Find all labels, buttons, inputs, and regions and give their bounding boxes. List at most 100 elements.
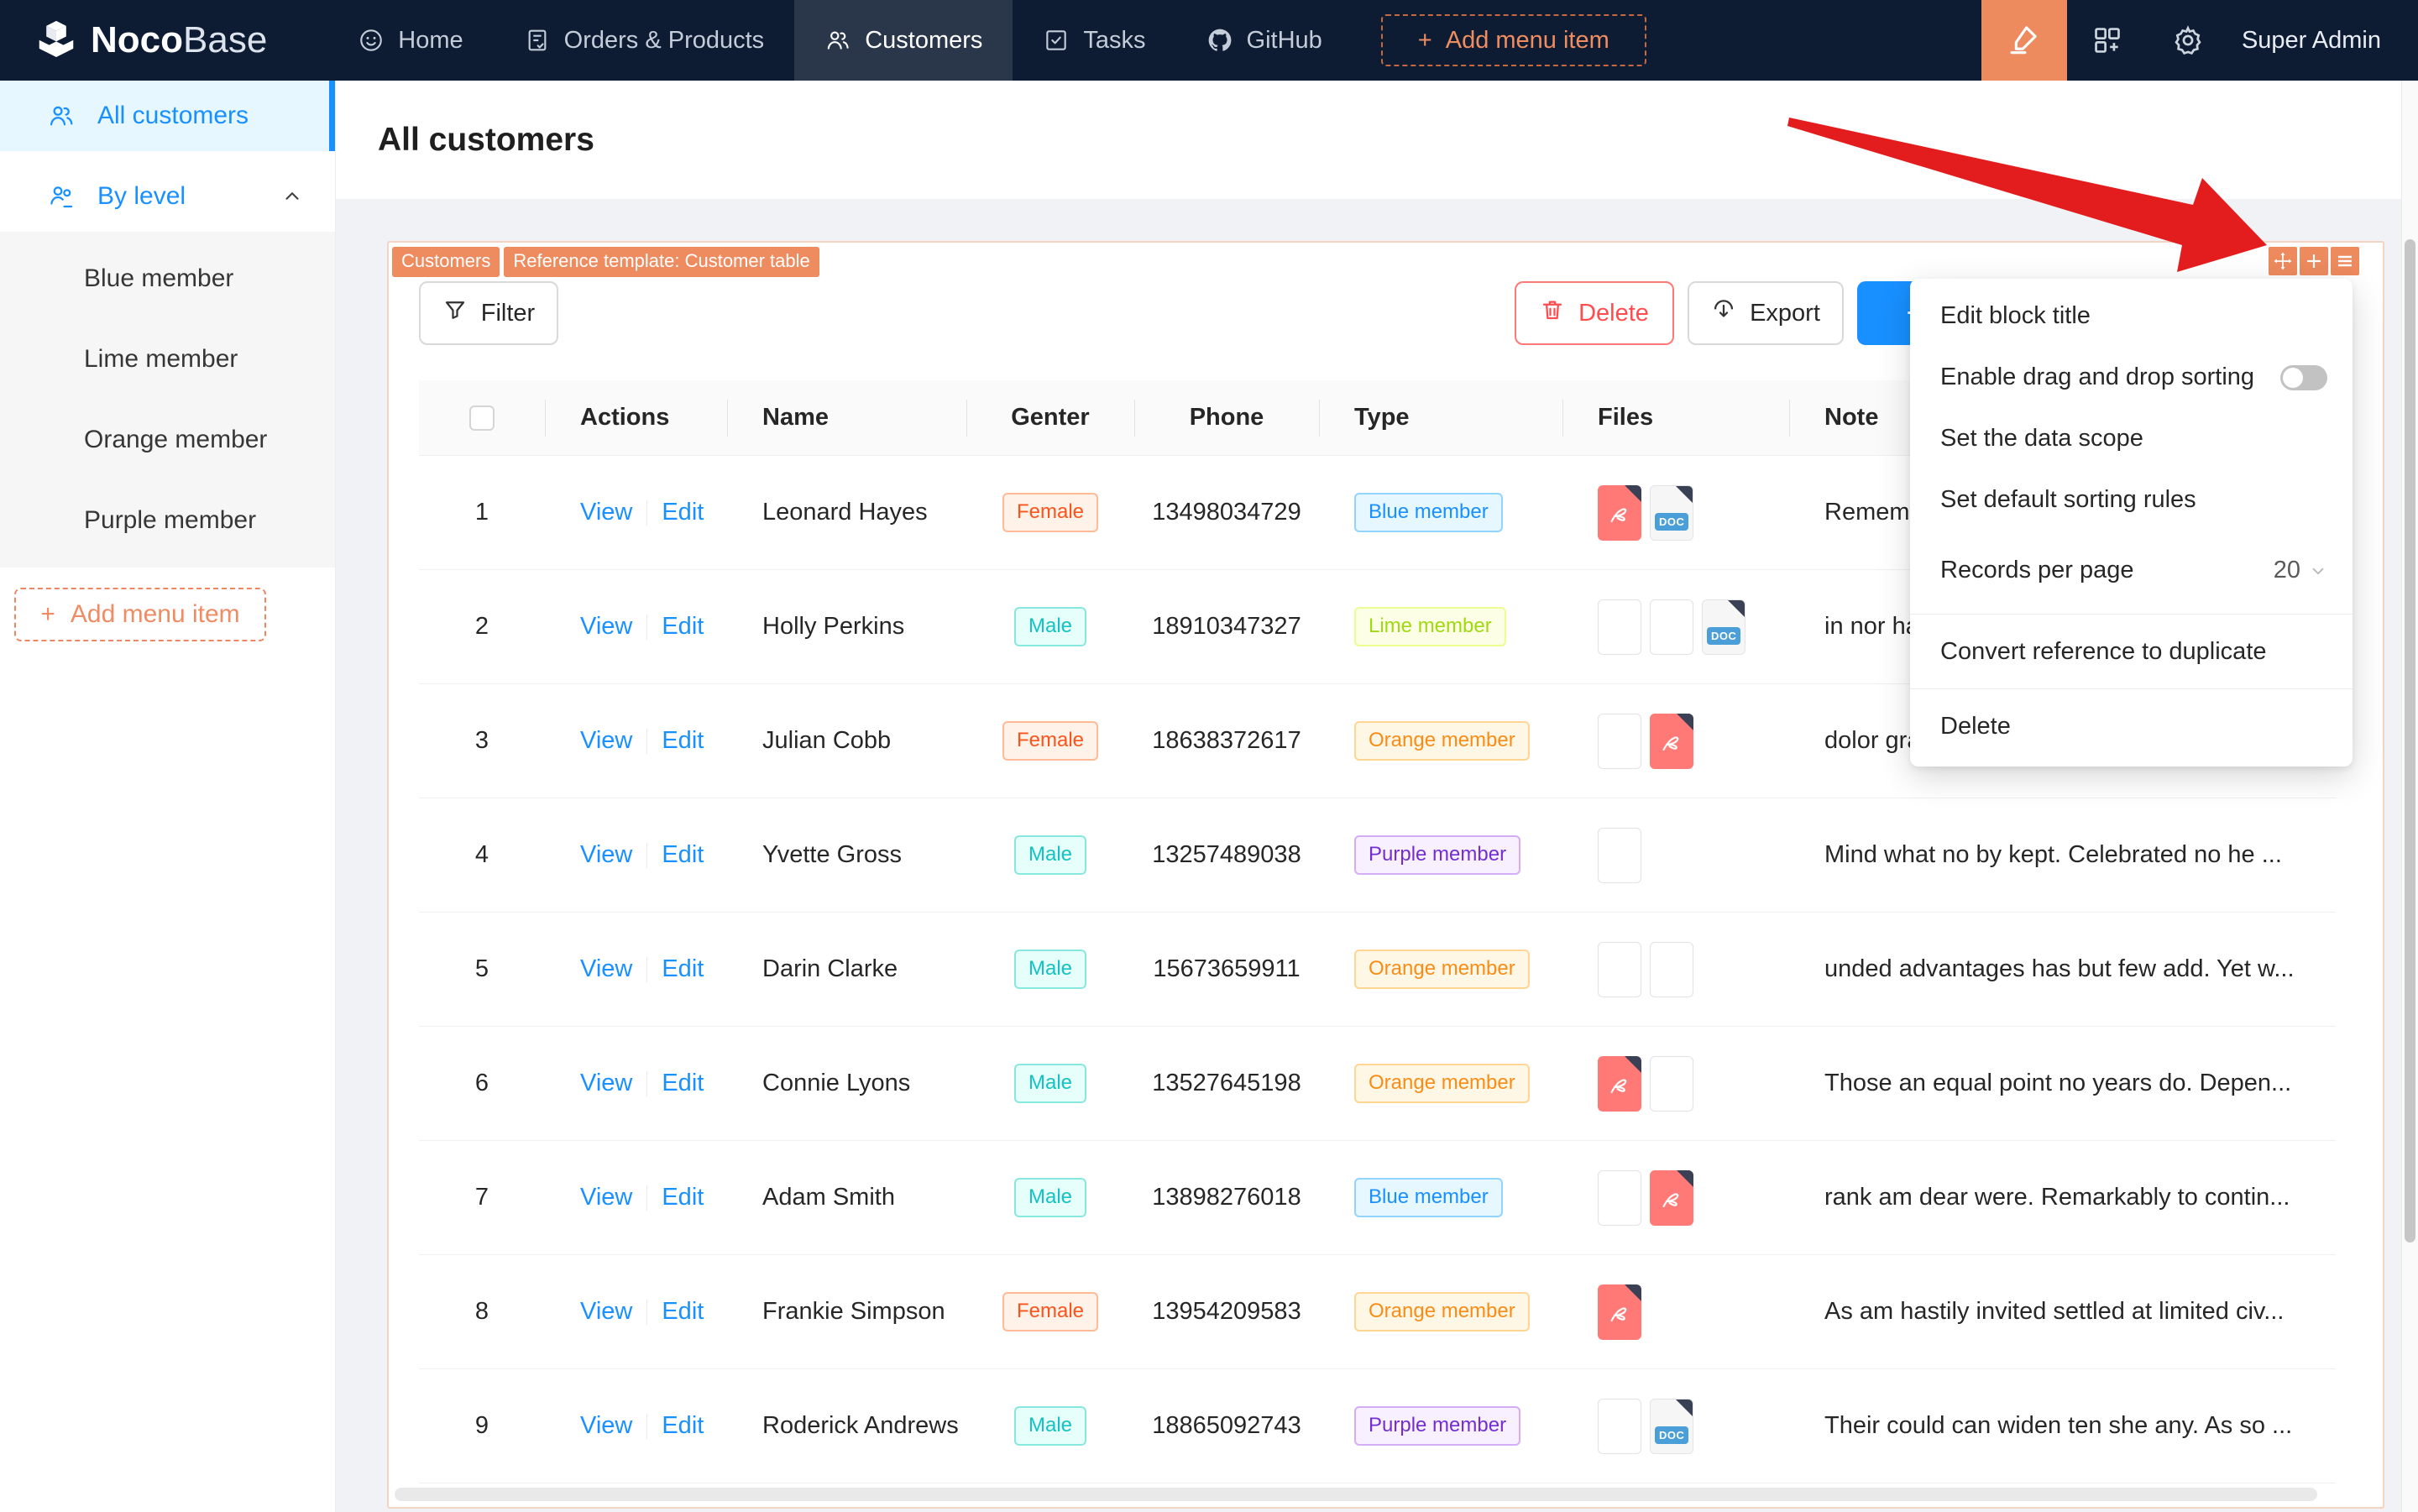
type-cell: Lime member: [1319, 570, 1562, 683]
column-header-select: [419, 380, 545, 455]
view-link[interactable]: View: [580, 1298, 632, 1326]
delete-button[interactable]: Delete: [1515, 281, 1674, 345]
type-cell: Purple member: [1319, 1369, 1562, 1483]
page-title: All customers: [378, 121, 594, 158]
nav-item-customers[interactable]: Customers: [794, 0, 1013, 81]
navbar-add-menu-item-button[interactable]: + Add menu item: [1380, 14, 1646, 66]
view-link[interactable]: View: [580, 727, 632, 755]
drag-sort-toggle[interactable]: [2280, 364, 2327, 390]
edit-link[interactable]: Edit: [662, 727, 704, 755]
view-link[interactable]: View: [580, 1184, 632, 1211]
column-header-genter: Genter: [966, 380, 1134, 455]
sidebar-item-blue-member[interactable]: Blue member: [0, 238, 335, 319]
note-cell: Their could can widen ten she any. As so…: [1824, 1412, 2293, 1439]
vertical-scrollbar-track[interactable]: [2401, 81, 2418, 1512]
view-link[interactable]: View: [580, 1070, 632, 1097]
edit-link[interactable]: Edit: [662, 955, 704, 983]
select-all-checkbox[interactable]: [469, 405, 495, 431]
sidebar-item-all-customers[interactable]: All customers: [0, 81, 335, 151]
doc-file-icon[interactable]: DOC: [1702, 599, 1745, 655]
horizontal-scrollbar[interactable]: [395, 1488, 2317, 1501]
pdf-file-icon[interactable]: [1650, 713, 1693, 769]
gender-cell: Male: [966, 1027, 1134, 1140]
doc-file-icon[interactable]: DOC: [1650, 1398, 1693, 1454]
edit-link[interactable]: Edit: [662, 841, 704, 869]
image-attachment[interactable]: [1598, 1169, 1641, 1226]
pdf-file-icon[interactable]: [1598, 484, 1641, 541]
view-link[interactable]: View: [580, 955, 632, 983]
phone-cell: 13498034729: [1152, 499, 1301, 526]
plugin-manager-icon[interactable]: [2089, 22, 2126, 59]
view-link[interactable]: View: [580, 613, 632, 641]
ui-editor-button[interactable]: [1981, 0, 2067, 81]
view-link[interactable]: View: [580, 841, 632, 869]
chevron-down-icon: [2309, 562, 2327, 580]
nav-item-tasks[interactable]: Tasks: [1013, 0, 1175, 81]
menu-item-set-the-data-scope[interactable]: Set the data scope: [1910, 408, 2353, 469]
image-attachment[interactable]: [1598, 827, 1641, 883]
edit-link[interactable]: Edit: [662, 1184, 704, 1211]
gender-tag: Male: [1013, 1405, 1087, 1447]
note-cell: unded advantages has but few add. Yet w.…: [1824, 955, 2295, 982]
nav-item-home[interactable]: Home: [327, 0, 493, 81]
menu-item-edit-block-title[interactable]: Edit block title: [1910, 285, 2353, 347]
sidebar-item-orange-member[interactable]: Orange member: [0, 400, 335, 480]
settings-gear-icon[interactable]: [2169, 22, 2206, 59]
pdf-file-icon[interactable]: [1598, 1284, 1641, 1340]
sidebar-item-by-level[interactable]: By level: [0, 161, 335, 232]
image-attachment[interactable]: [1598, 599, 1641, 655]
export-button[interactable]: Export: [1688, 281, 1844, 345]
edit-link[interactable]: Edit: [662, 499, 704, 526]
name-cell: Leonard Hayes: [762, 499, 928, 526]
edit-link[interactable]: Edit: [662, 1070, 704, 1097]
menu-item-convert-reference-to-duplicate[interactable]: Convert reference to duplicate: [1910, 618, 2353, 685]
nav-item-orders-products[interactable]: Orders & Products: [494, 0, 795, 81]
nocobase-logo[interactable]: NocoBase: [0, 16, 297, 65]
menu-item-enable-drag-and-drop-sorting[interactable]: Enable drag and drop sorting: [1910, 347, 2353, 408]
image-attachment[interactable]: [1598, 941, 1641, 997]
image-attachment[interactable]: [1650, 1055, 1693, 1112]
vertical-scrollbar-thumb[interactable]: [2405, 239, 2415, 1243]
phone-cell: 13954209583: [1152, 1298, 1301, 1325]
block-settings-menu-icon[interactable]: [2331, 247, 2359, 275]
pdf-file-icon[interactable]: [1650, 1169, 1693, 1226]
sidebar-item-lime-member[interactable]: Lime member: [0, 319, 335, 400]
sidebar-add-menu-item-button[interactable]: + Add menu item: [14, 588, 266, 641]
records-per-page-value[interactable]: 20: [2274, 557, 2300, 584]
actions-cell: View Edit: [545, 570, 727, 683]
column-header-files: Files: [1562, 380, 1789, 455]
doc-file-icon[interactable]: DOC: [1650, 484, 1693, 541]
image-attachment[interactable]: [1650, 599, 1693, 655]
edit-link[interactable]: Edit: [662, 1412, 704, 1440]
user-menu[interactable]: Super Admin: [2242, 27, 2381, 55]
page-header: All customers: [336, 81, 2418, 199]
gender-cell: Male: [966, 1369, 1134, 1483]
nocobase-logo-icon: [34, 16, 79, 65]
nav-item-github[interactable]: GitHub: [1176, 0, 1353, 81]
menu-item-records-per-page[interactable]: Records per page 20: [1910, 531, 2353, 610]
view-link[interactable]: View: [580, 499, 632, 526]
pdf-file-icon[interactable]: [1598, 1055, 1641, 1112]
add-block-icon[interactable]: [2300, 247, 2328, 275]
menu-item-set-default-sorting-rules[interactable]: Set default sorting rules: [1910, 469, 2353, 531]
edit-link[interactable]: Edit: [662, 1298, 704, 1326]
member-type-tag: Orange member: [1354, 1063, 1530, 1104]
gender-cell: Female: [966, 1255, 1134, 1368]
sidebar-item-purple-member[interactable]: Purple member: [0, 480, 335, 561]
image-attachment[interactable]: [1598, 713, 1641, 769]
drag-handle-icon[interactable]: [2269, 247, 2297, 275]
sidebar: All customers By level Blue member Lime mem…: [0, 81, 336, 1512]
view-link[interactable]: View: [580, 1412, 632, 1440]
people-icon: [47, 102, 76, 130]
note-cell: As am hastily invited settled at limited…: [1824, 1298, 2285, 1325]
phone-cell: 18865092743: [1152, 1412, 1301, 1439]
image-attachment[interactable]: [1650, 941, 1693, 997]
edit-link[interactable]: Edit: [662, 613, 704, 641]
gender-cell: Male: [966, 570, 1134, 683]
menu-item-delete[interactable]: Delete: [1910, 693, 2353, 760]
row-index: 9: [474, 1412, 489, 1439]
row-index: 1: [474, 499, 489, 526]
filter-button[interactable]: Filter: [419, 281, 558, 345]
column-header-actions: Actions: [545, 380, 727, 455]
image-attachment[interactable]: [1598, 1398, 1641, 1454]
